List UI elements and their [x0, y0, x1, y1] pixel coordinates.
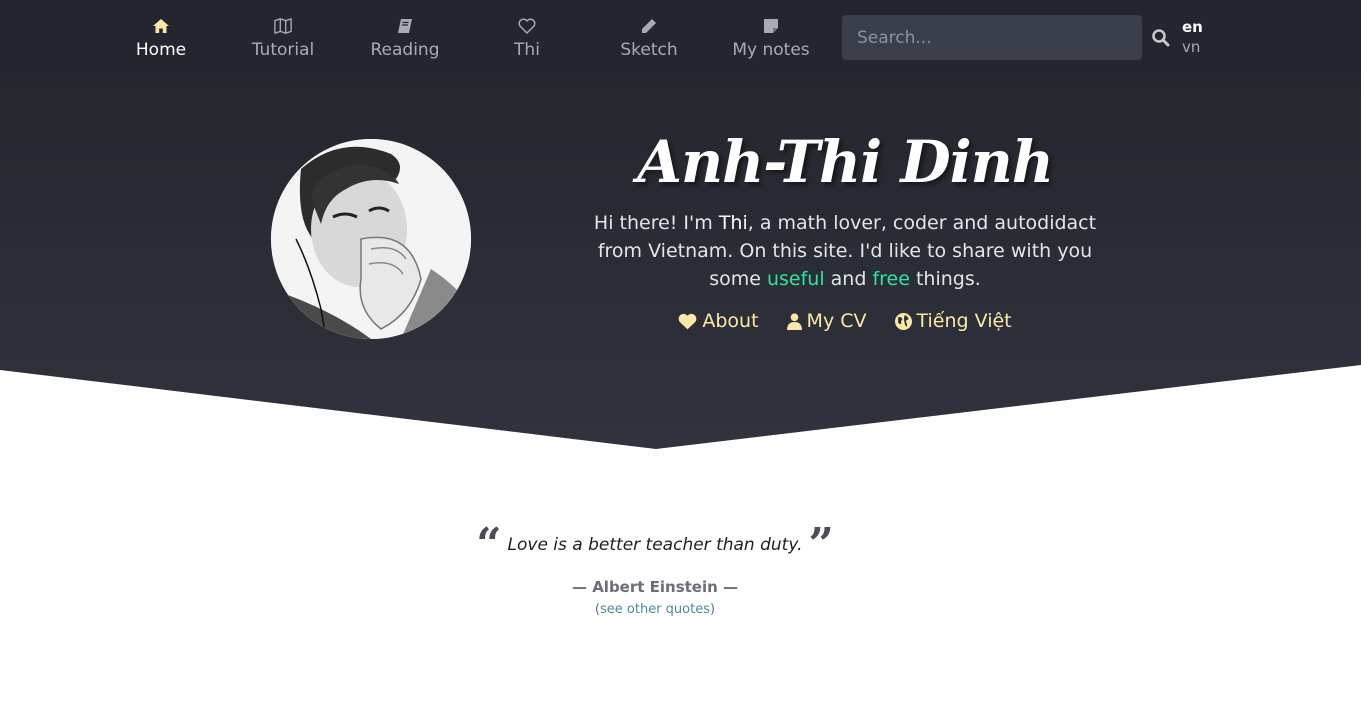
quote-author: — Albert Einstein —	[571, 578, 739, 596]
search-icon[interactable]	[1151, 28, 1171, 48]
intro-text: Hi there! I'm	[593, 212, 719, 234]
map-icon	[274, 17, 292, 35]
intro-text: and	[824, 268, 873, 290]
about-link-label: About	[702, 310, 759, 332]
book-icon	[396, 17, 414, 35]
nav-item-my-notes[interactable]: My notes	[711, 0, 831, 77]
nav-item-thi[interactable]: Thi	[467, 0, 587, 77]
nav-item-reading[interactable]: Reading	[345, 0, 465, 77]
home-icon	[152, 17, 170, 35]
heart-icon	[518, 17, 536, 35]
top-navbar: Home Tutorial Reading Thi Sketch My note…	[0, 0, 1361, 77]
intro-free: free	[872, 268, 910, 290]
heart-solid-icon	[679, 313, 697, 329]
quote-open-icon: “	[476, 519, 502, 570]
pencil-icon	[640, 17, 658, 35]
language-vn-link[interactable]: vn	[1182, 37, 1200, 57]
intro-name: Thi	[718, 212, 748, 234]
avatar	[271, 139, 471, 339]
hero-links: About My CV Tiếng Việt	[570, 310, 1120, 332]
cv-link[interactable]: My CV	[786, 310, 867, 332]
see-other-quotes-link[interactable]: see other quotes	[600, 602, 710, 617]
intro-text: things.	[909, 268, 981, 290]
quote-more: (see other quotes)	[430, 602, 880, 617]
nav-label-my-notes: My notes	[732, 39, 810, 60]
quote-block: “ Love is a better teacher than duty. ” …	[430, 519, 880, 618]
note-icon	[762, 17, 780, 35]
avatar-sketch-image	[271, 139, 471, 339]
nav-label-sketch: Sketch	[620, 39, 678, 60]
intro-useful: useful	[766, 268, 825, 290]
vietnamese-link-label: Tiếng Việt	[916, 310, 1012, 332]
nav-item-home[interactable]: Home	[101, 0, 221, 77]
vietnamese-link[interactable]: Tiếng Việt	[894, 310, 1012, 332]
nav-label-reading: Reading	[370, 39, 440, 60]
user-icon	[786, 312, 802, 330]
about-link[interactable]: About	[678, 310, 759, 332]
nav-label-home: Home	[135, 39, 187, 60]
language-en-link[interactable]: en	[1182, 17, 1203, 37]
quote-line: “ Love is a better teacher than duty. ”	[430, 519, 880, 570]
search-input[interactable]	[842, 15, 1142, 60]
nav-item-tutorial[interactable]: Tutorial	[223, 0, 343, 77]
nav-label-thi: Thi	[514, 39, 540, 60]
paren-close: )	[709, 602, 716, 617]
nav-label-tutorial: Tutorial	[251, 39, 315, 60]
quote-close-icon: ”	[808, 519, 834, 570]
globe-icon	[894, 312, 912, 330]
cv-link-label: My CV	[806, 310, 867, 332]
page-title: Anh-Thi Dinh	[636, 128, 1054, 196]
nav-item-sketch[interactable]: Sketch	[589, 0, 709, 77]
quote-text: Love is a better teacher than duty.	[507, 535, 803, 555]
hero-intro: Hi there! I'm Thi, a math lover, coder a…	[570, 209, 1120, 293]
